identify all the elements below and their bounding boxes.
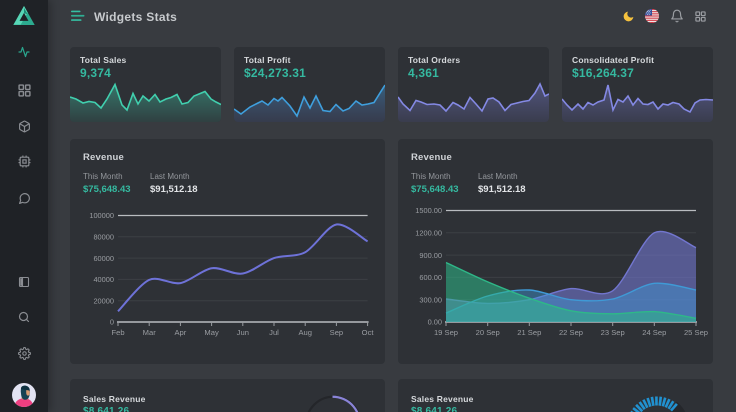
svg-text:1200.00: 1200.00 bbox=[415, 229, 442, 238]
svg-text:Feb: Feb bbox=[111, 328, 124, 337]
svg-text:22 Sep: 22 Sep bbox=[559, 328, 583, 337]
svg-text:19 Sep: 19 Sep bbox=[434, 328, 458, 337]
svg-text:Mar: Mar bbox=[143, 328, 157, 337]
svg-text:20000: 20000 bbox=[93, 296, 114, 305]
svg-text:Sep: Sep bbox=[330, 328, 344, 337]
svg-text:60000: 60000 bbox=[93, 254, 114, 263]
svg-text:0: 0 bbox=[110, 318, 114, 327]
svg-text:40000: 40000 bbox=[93, 275, 114, 284]
svg-text:900.00: 900.00 bbox=[419, 251, 442, 260]
svg-text:Oct: Oct bbox=[362, 328, 375, 337]
svg-text:Jun: Jun bbox=[237, 328, 249, 337]
svg-text:Jul: Jul bbox=[269, 328, 279, 337]
svg-text:Apr: Apr bbox=[174, 328, 186, 337]
svg-text:100000: 100000 bbox=[89, 211, 114, 220]
svg-text:May: May bbox=[204, 328, 219, 337]
svg-text:0.00: 0.00 bbox=[428, 318, 442, 327]
svg-text:23 Sep: 23 Sep bbox=[601, 328, 625, 337]
svg-text:21 Sep: 21 Sep bbox=[517, 328, 541, 337]
svg-text:Aug: Aug bbox=[298, 328, 312, 337]
svg-text:600.00: 600.00 bbox=[419, 273, 442, 282]
svg-text:24 Sep: 24 Sep bbox=[642, 328, 666, 337]
svg-text:1500.00: 1500.00 bbox=[415, 206, 442, 215]
svg-text:300.00: 300.00 bbox=[419, 295, 442, 304]
svg-text:80000: 80000 bbox=[93, 233, 114, 242]
svg-text:20 Sep: 20 Sep bbox=[476, 328, 500, 337]
svg-text:25 Sep: 25 Sep bbox=[684, 328, 708, 337]
